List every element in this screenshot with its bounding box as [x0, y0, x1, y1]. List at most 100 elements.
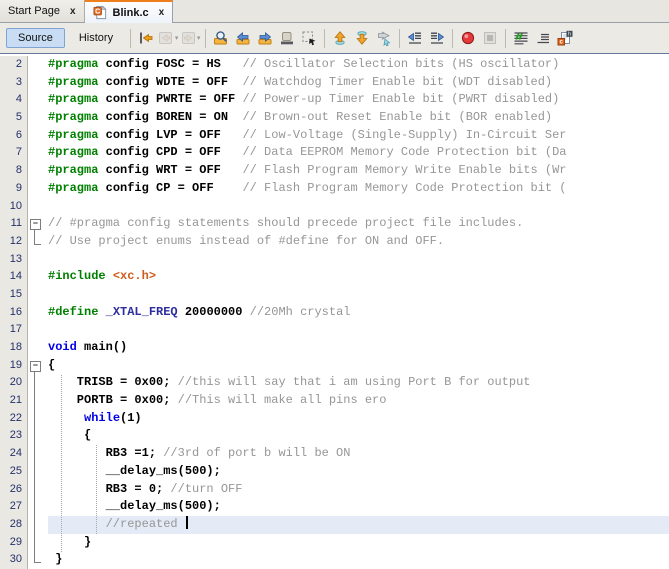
forward-icon[interactable]: ▾: [179, 27, 201, 49]
code-text[interactable]: TRISB = 0x00; //this will say that i am …: [48, 374, 669, 392]
line-number[interactable]: 11: [0, 215, 28, 233]
line-number[interactable]: 24: [0, 445, 28, 463]
code-text[interactable]: void main(): [48, 339, 669, 357]
line-number[interactable]: 5: [0, 109, 28, 127]
toggle-highlight-search-icon[interactable]: [276, 27, 298, 49]
line-number[interactable]: 12: [0, 232, 28, 251]
close-icon[interactable]: x: [70, 6, 76, 17]
line-number[interactable]: 19: [0, 356, 28, 375]
code-line-12: 12 // Use project enums instead of #defin…: [0, 232, 669, 251]
shift-line-left-icon[interactable]: [404, 27, 426, 49]
line-number[interactable]: 14: [0, 268, 28, 286]
fold-margin: [28, 286, 48, 304]
line-number[interactable]: 27: [0, 498, 28, 516]
code-editor[interactable]: 2 #pragma config FOSC = HS // Oscillator …: [0, 54, 669, 569]
code-text[interactable]: #pragma config BOREN = ON // Brown-out R…: [48, 109, 669, 127]
code-text[interactable]: #pragma config WRT = OFF // Flash Progra…: [48, 162, 669, 180]
line-number[interactable]: 28: [0, 515, 28, 534]
token-code: {: [48, 357, 56, 372]
line-number[interactable]: 23: [0, 427, 28, 446]
stop-macro-icon[interactable]: [479, 27, 501, 49]
code-text[interactable]: #pragma config WDTE = OFF // Watchdog Ti…: [48, 74, 669, 92]
line-number[interactable]: 18: [0, 339, 28, 357]
code-text[interactable]: PORTB = 0x00; //This will make all pins …: [48, 392, 669, 410]
line-number[interactable]: 2: [0, 56, 28, 74]
code-text[interactable]: [48, 321, 669, 339]
code-text[interactable]: __delay_ms(500);: [48, 463, 669, 481]
tab-start-page[interactable]: Start Page x: [0, 0, 85, 22]
code-text[interactable]: {: [48, 357, 669, 375]
toggle-bookmark-icon[interactable]: [373, 27, 395, 49]
line-number[interactable]: 9: [0, 179, 28, 198]
line-number[interactable]: 30: [0, 551, 28, 569]
code-text[interactable]: __delay_ms(500);: [48, 498, 669, 516]
fold-collapse-icon[interactable]: −: [30, 360, 41, 372]
line-number[interactable]: 16: [0, 303, 28, 322]
token-mac: _XTAL_FREQ: [105, 304, 178, 319]
toggle-header-source-icon[interactable]: hc: [554, 27, 576, 49]
line-number[interactable]: 22: [0, 409, 28, 428]
token-code: config CP = OFF: [98, 180, 243, 195]
token-com: // Oscillator Selection bits (HS oscilla…: [242, 57, 560, 71]
uncomment-lines-icon[interactable]: [532, 27, 554, 49]
code-text[interactable]: [48, 198, 669, 216]
find-next-icon[interactable]: [254, 27, 276, 49]
code-text[interactable]: RB3 =1; //3rd of port b will be ON: [48, 445, 669, 463]
line-number[interactable]: 7: [0, 144, 28, 163]
line-number[interactable]: 6: [0, 126, 28, 145]
code-text[interactable]: [48, 251, 669, 269]
code-text[interactable]: while(1): [48, 410, 669, 428]
close-icon[interactable]: x: [159, 7, 165, 18]
history-view-button[interactable]: History: [67, 28, 125, 48]
line-number[interactable]: 10: [0, 197, 28, 216]
code-text[interactable]: #define _XTAL_FREQ 20000000 //20Mh cryst…: [48, 304, 669, 322]
code-text[interactable]: #pragma config FOSC = HS // Oscillator S…: [48, 56, 669, 74]
source-view-button[interactable]: Source: [6, 28, 65, 48]
token-com: //turn OFF: [170, 481, 243, 496]
line-number[interactable]: 20: [0, 374, 28, 393]
code-text[interactable]: #pragma config CPD = OFF // Data EEPROM …: [48, 144, 669, 162]
shift-line-right-icon[interactable]: [426, 27, 448, 49]
code-text[interactable]: #pragma config CP = OFF // Flash Program…: [48, 180, 669, 198]
code-text[interactable]: }: [48, 551, 669, 569]
c-file-icon: C: [93, 5, 108, 20]
previous-bookmark-icon[interactable]: [329, 27, 351, 49]
line-number[interactable]: 17: [0, 321, 28, 339]
fold-line: [34, 409, 35, 428]
line-number[interactable]: 13: [0, 250, 28, 269]
fold-margin: [28, 74, 48, 92]
code-text[interactable]: // Use project enums instead of #define …: [48, 233, 669, 251]
rectangular-selection-icon[interactable]: [298, 27, 320, 49]
line-number[interactable]: 21: [0, 392, 28, 410]
back-icon[interactable]: ▾: [157, 27, 179, 49]
code-text[interactable]: #pragma config LVP = OFF // Low-Voltage …: [48, 127, 669, 145]
line-number[interactable]: 4: [0, 91, 28, 110]
code-text[interactable]: {: [48, 427, 669, 445]
line-number[interactable]: 3: [0, 73, 28, 92]
code-text[interactable]: //repeated: [48, 515, 669, 534]
code-text[interactable]: [48, 286, 669, 304]
tab-blink-c[interactable]: C Blink.c x: [84, 0, 174, 23]
code-text[interactable]: RB3 = 0; //turn OFF: [48, 481, 669, 499]
document-tab-bar: Start Page x C Blink.c x: [0, 0, 669, 23]
dropdown-caret-icon[interactable]: ▾: [175, 34, 179, 42]
line-number[interactable]: 29: [0, 533, 28, 552]
line-number[interactable]: 25: [0, 462, 28, 481]
find-selection-icon[interactable]: [210, 27, 232, 49]
code-text[interactable]: // #pragma config statements should prec…: [48, 215, 669, 233]
comment-lines-icon[interactable]: [510, 27, 532, 49]
line-number[interactable]: 15: [0, 285, 28, 304]
line-number[interactable]: 8: [0, 162, 28, 180]
line-number[interactable]: 26: [0, 480, 28, 499]
token-com: // Flash Program Memory Write Enable bit…: [242, 163, 567, 178]
next-bookmark-icon[interactable]: [351, 27, 373, 49]
jump-to-last-edit-icon[interactable]: [135, 27, 157, 49]
code-text[interactable]: #include <xc.h>: [48, 268, 669, 286]
find-previous-icon[interactable]: [232, 27, 254, 49]
dropdown-caret-icon[interactable]: ▾: [197, 34, 201, 42]
record-macro-icon[interactable]: [457, 27, 479, 49]
token-com: // Brown-out Reset Enable bit (BOR enabl…: [242, 110, 553, 125]
code-text[interactable]: #pragma config PWRTE = OFF // Power-up T…: [48, 91, 669, 109]
code-text[interactable]: }: [48, 534, 669, 552]
fold-collapse-icon[interactable]: −: [30, 219, 41, 231]
